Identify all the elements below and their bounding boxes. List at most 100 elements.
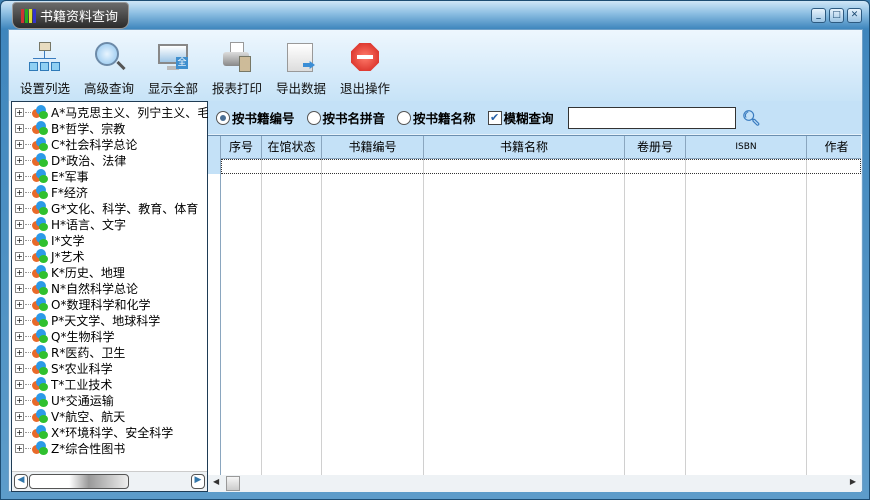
tree-connector	[25, 383, 31, 385]
expand-icon[interactable]: +	[15, 427, 24, 437]
tree-node[interactable]: + Z*综合性图书	[15, 440, 125, 456]
fuzzy-search-checkbox[interactable]: ✔ 模糊查询	[487, 108, 554, 127]
expand-icon[interactable]: +	[15, 251, 24, 261]
column-settings-button[interactable]: 设置列选	[13, 30, 77, 101]
tree-node[interactable]: + E*军事	[15, 168, 89, 184]
column-header[interactable]: 书籍名称	[424, 136, 625, 159]
category-icon	[32, 361, 48, 375]
expand-icon[interactable]: +	[15, 203, 24, 213]
exit-button[interactable]: 退出操作	[333, 30, 397, 101]
tree-node[interactable]: + I*文学	[15, 232, 85, 248]
column-header[interactable]: 卷册号	[625, 136, 686, 159]
tree-connector	[25, 319, 31, 321]
tree-node[interactable]: + H*语言、文字	[15, 216, 126, 232]
tree-node[interactable]: + T*工业技术	[15, 376, 112, 392]
expand-icon[interactable]: +	[15, 171, 24, 181]
expand-icon[interactable]: +	[15, 411, 24, 421]
scroll-left-button[interactable]: ◀	[14, 474, 28, 489]
expand-icon[interactable]: +	[15, 235, 24, 245]
expand-icon[interactable]: +	[15, 363, 24, 373]
tree-node-label: I*文学	[51, 233, 85, 248]
column-header[interactable]: 作者	[807, 136, 861, 159]
tree-node[interactable]: + X*环境科学、安全科学	[15, 424, 173, 440]
expand-icon[interactable]: +	[15, 299, 24, 309]
radio-dot	[397, 110, 412, 125]
tree-node[interactable]: + N*自然科学总论	[15, 280, 138, 296]
tree-horizontal-scrollbar[interactable]: ◀ ▶	[12, 471, 207, 491]
results-grid[interactable]: 序号 在馆状态 书籍编号 书籍名称 卷册号 ISBN 作者	[208, 135, 861, 475]
tree-node[interactable]: + S*农业科学	[15, 360, 113, 376]
grid-horizontal-scrollbar[interactable]: ◀ ▶	[208, 475, 861, 492]
column-divider	[424, 159, 625, 475]
scroll-right-arrow[interactable]: ▶	[850, 477, 856, 486]
export-data-button[interactable]: 导出数据	[269, 30, 333, 101]
expand-icon[interactable]: +	[15, 315, 24, 325]
expand-icon[interactable]: +	[15, 347, 24, 357]
search-input[interactable]	[567, 106, 736, 129]
tree-node[interactable]: + P*天文学、地球科学	[15, 312, 160, 328]
tree-node[interactable]: + O*数理科学和化学	[15, 296, 150, 312]
column-header[interactable]: ISBN	[686, 136, 807, 159]
expand-icon[interactable]: +	[15, 379, 24, 389]
tree-node[interactable]: + A*马克思主义、列宁主义、毛	[15, 104, 209, 120]
tree-node[interactable]: + C*社会科学总论	[15, 136, 137, 152]
expand-icon[interactable]: +	[15, 107, 24, 117]
tree-connector	[25, 271, 31, 273]
column-header[interactable]: 序号	[221, 136, 262, 159]
tree-node[interactable]: + Q*生物科学	[15, 328, 114, 344]
expand-icon[interactable]: +	[15, 187, 24, 197]
radio-by-pinyin[interactable]: 按书名拼音	[306, 108, 385, 127]
maximize-button[interactable]: □	[829, 8, 844, 23]
tree-node[interactable]: + B*哲学、宗教	[15, 120, 125, 136]
scroll-thumb[interactable]	[29, 474, 129, 489]
scroll-right-button[interactable]: ▶	[191, 474, 205, 489]
category-icon	[32, 377, 48, 391]
search-bar: 按书籍编号 按书名拼音 按书籍名称 ✔ 模糊查询 🔍︎	[208, 101, 862, 134]
expand-icon[interactable]: +	[15, 139, 24, 149]
print-report-button[interactable]: 报表打印	[205, 30, 269, 101]
window-title-tab: 书籍资料查询	[12, 2, 129, 29]
export-data-label: 导出数据	[275, 81, 326, 96]
radio-by-book-id[interactable]: 按书籍编号	[216, 108, 295, 127]
expand-icon[interactable]: +	[15, 443, 24, 453]
tree-node-label: H*语言、文字	[51, 217, 127, 232]
category-icon	[32, 137, 48, 151]
tree-node[interactable]: + F*经济	[15, 184, 88, 200]
column-header[interactable]: 在馆状态	[262, 136, 322, 159]
expand-icon[interactable]: +	[15, 395, 24, 405]
table-row[interactable]	[221, 159, 861, 174]
category-icon	[32, 313, 48, 327]
expand-icon[interactable]: +	[15, 155, 24, 165]
column-divider	[322, 159, 424, 475]
tree-node-label: N*自然科学总论	[51, 281, 138, 296]
expand-icon[interactable]: +	[15, 283, 24, 293]
scroll-left-arrow[interactable]: ◀	[213, 477, 219, 486]
expand-icon[interactable]: +	[15, 331, 24, 341]
tree-node[interactable]: + K*历史、地理	[15, 264, 125, 280]
tree-node[interactable]: + D*政治、法律	[15, 152, 126, 168]
search-icon[interactable]: 🔍︎	[742, 109, 761, 127]
tree-node[interactable]: + R*医药、卫生	[15, 344, 125, 360]
expand-icon[interactable]: +	[15, 219, 24, 229]
tree-node[interactable]: + U*交通运输	[15, 392, 114, 408]
tree-node-label: A*马克思主义、列宁主义、毛	[51, 105, 210, 120]
radio-by-book-name[interactable]: 按书籍名称	[397, 108, 476, 127]
expand-icon[interactable]: +	[15, 123, 24, 133]
show-all-button[interactable]: 全 显示全部	[141, 30, 205, 101]
close-button[interactable]: ✕	[847, 8, 862, 23]
scroll-thumb[interactable]	[226, 476, 240, 491]
row-header[interactable]	[208, 159, 221, 174]
category-tree[interactable]: + Z*综合性图书 + X*环境科学、安全科学 + V*航空、航天 + U*交通运输 + T*工业…	[11, 101, 209, 492]
expand-icon[interactable]: +	[15, 267, 24, 277]
column-header[interactable]: 书籍编号	[322, 136, 424, 159]
tree-node-label: U*交通运输	[51, 393, 114, 408]
column-divider	[221, 159, 262, 475]
tree-connector	[25, 335, 31, 337]
tree-node[interactable]: + J*艺术	[15, 248, 85, 264]
advanced-search-button[interactable]: 高级查询	[77, 30, 141, 101]
tree-node[interactable]: + V*航空、航天	[15, 408, 125, 424]
tree-node[interactable]: + G*文化、科学、教育、体育	[15, 200, 198, 216]
tree-node-label: O*数理科学和化学	[51, 297, 151, 312]
minimize-button[interactable]: _	[811, 8, 826, 23]
tree-node-label: C*社会科学总论	[51, 137, 138, 152]
